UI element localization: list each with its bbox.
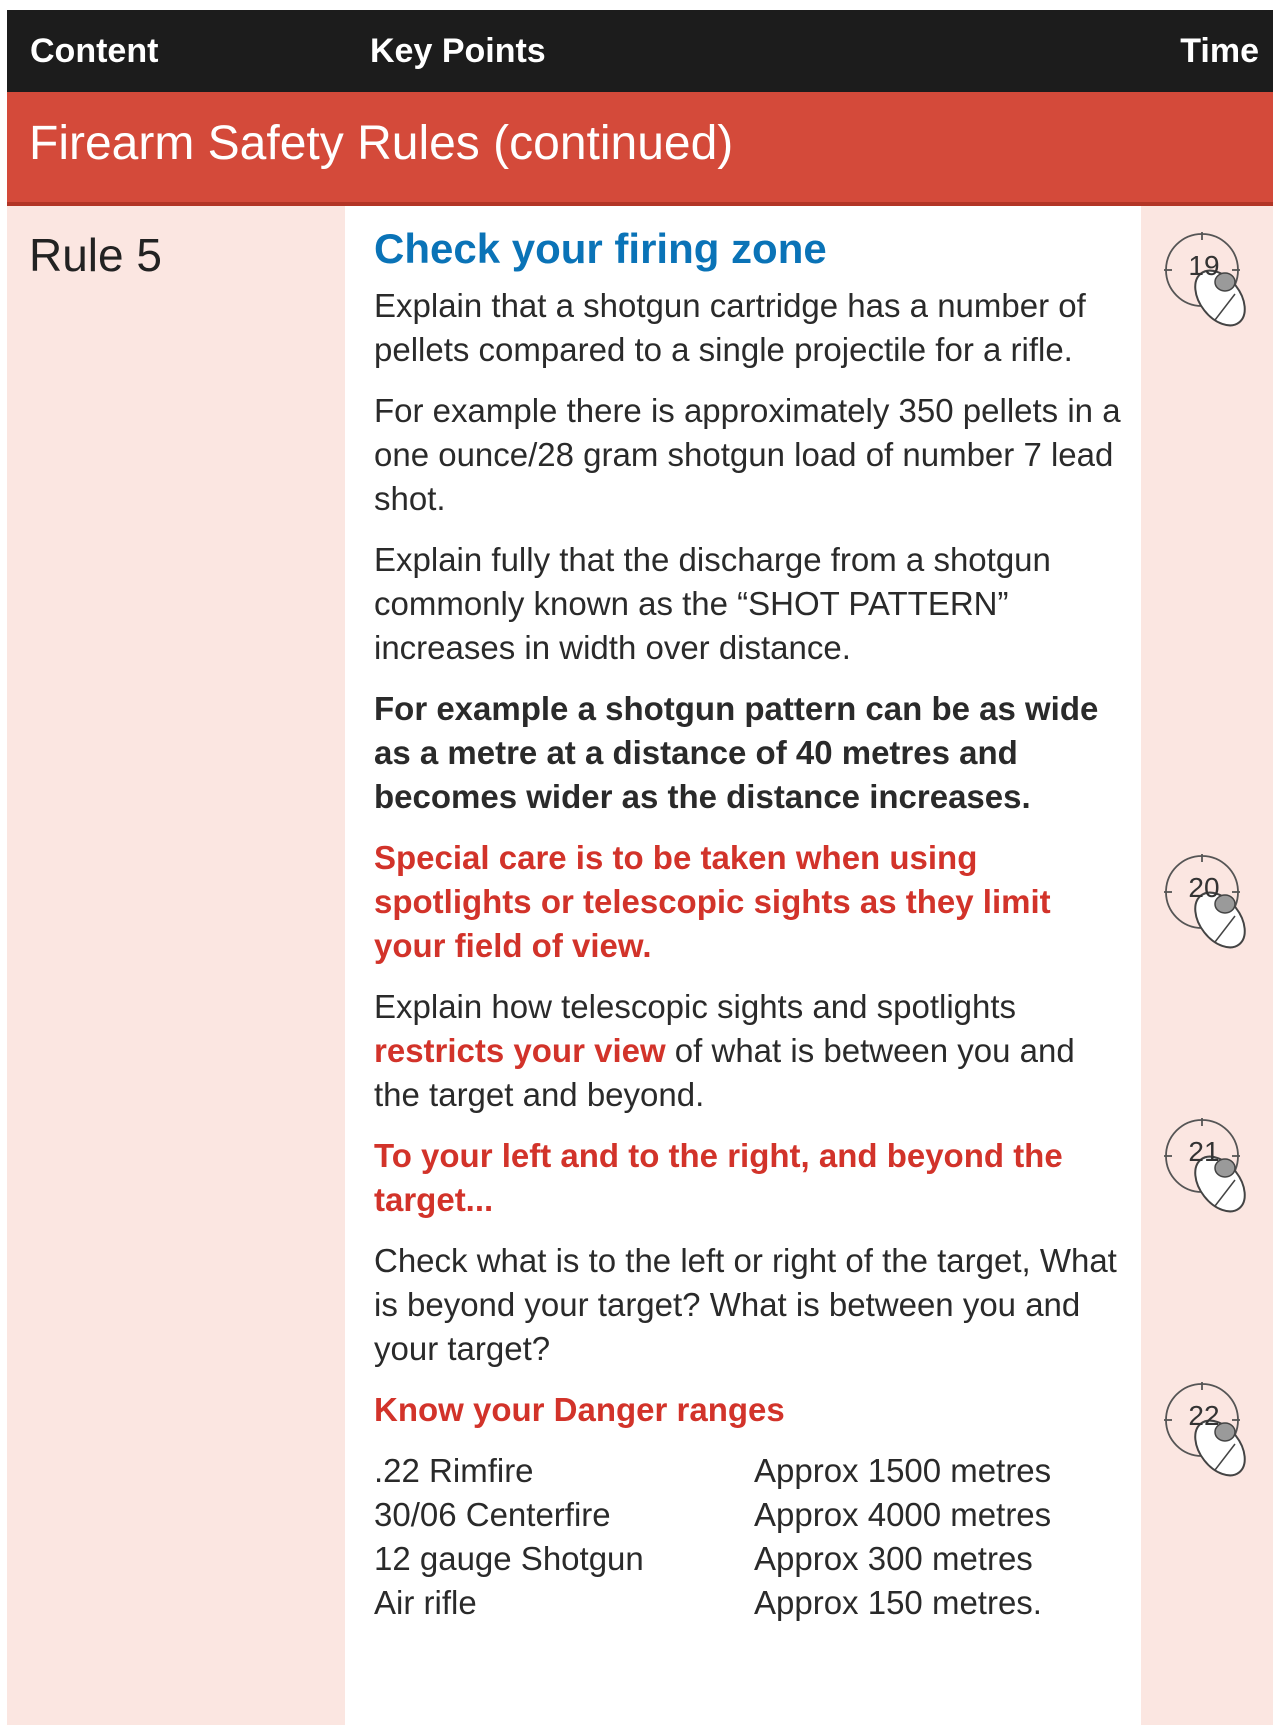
header-key-points: Key Points [370, 32, 546, 70]
range-weapon: .22 Rimfire [374, 1452, 534, 1489]
page: Content Key Points Time Firearm Safety R… [7, 10, 1273, 1725]
emphasis-restricts-view: restricts your view [374, 1032, 666, 1069]
danger-ranges-heading: Know your Danger ranges [374, 1391, 785, 1428]
rule-label: Rule 5 [29, 229, 162, 281]
key-points-column: Check your firing zone Explain that a sh… [345, 206, 1141, 1725]
paragraph-pattern-width: For example a shotgun pattern can be as … [374, 690, 1099, 815]
clock-mouse-icon: 19 [1162, 230, 1246, 327]
clock-mouse-icon: 22 [1162, 1380, 1246, 1477]
range-distance: Approx 150 metres. [754, 1584, 1042, 1621]
table-header: Content Key Points Time [7, 10, 1273, 92]
range-distance: Approx 4000 metres [754, 1496, 1052, 1533]
header-time: Time [1180, 32, 1259, 70]
content-column: Rule 5 [7, 206, 345, 1725]
paragraph-pellets: Explain that a shotgun cartridge has a n… [374, 287, 1086, 368]
danger-ranges-table: .22 Rimfire Approx 1500 metres 30/06 Cen… [374, 1449, 1124, 1625]
range-weapon: Air rifle [374, 1584, 477, 1621]
range-distance: Approx 1500 metres [754, 1452, 1052, 1489]
section-title: Firearm Safety Rules (continued) [29, 117, 734, 170]
time-marker-number: 21 [1188, 1136, 1220, 1167]
range-distance: Approx 300 metres [754, 1540, 1033, 1577]
paragraph-shot-pattern: Explain fully that the discharge from a … [374, 541, 1051, 666]
section-title-bar: Firearm Safety Rules (continued) [7, 92, 1273, 206]
paragraph-special-care: Special care is to be taken when using s… [374, 839, 1051, 964]
key-points-content: Check your firing zone Explain that a sh… [374, 220, 1124, 1625]
paragraph-example-pellets: For example there is approximately 350 p… [374, 392, 1121, 517]
text-segment: Explain how telescopic sights and spotli… [374, 988, 1017, 1025]
paragraph-left-right: To your left and to the right, and beyon… [374, 1137, 1063, 1218]
time-column [1141, 206, 1273, 1725]
time-marker-number: 19 [1188, 250, 1220, 281]
clock-mouse-icon: 20 [1162, 852, 1246, 949]
range-weapon: 30/06 Centerfire [374, 1496, 611, 1533]
time-marker-number: 20 [1188, 872, 1220, 903]
header-content: Content [30, 32, 159, 70]
time-marker-number: 22 [1188, 1400, 1220, 1431]
range-weapon: 12 gauge Shotgun [374, 1540, 644, 1577]
clock-mouse-icon: 21 [1162, 1116, 1246, 1213]
paragraph-restricts-view: Explain how telescopic sights and spotli… [374, 985, 1124, 1117]
paragraph-check-target: Check what is to the left or right of th… [374, 1242, 1117, 1367]
rule-heading: Check your firing zone [374, 225, 827, 272]
